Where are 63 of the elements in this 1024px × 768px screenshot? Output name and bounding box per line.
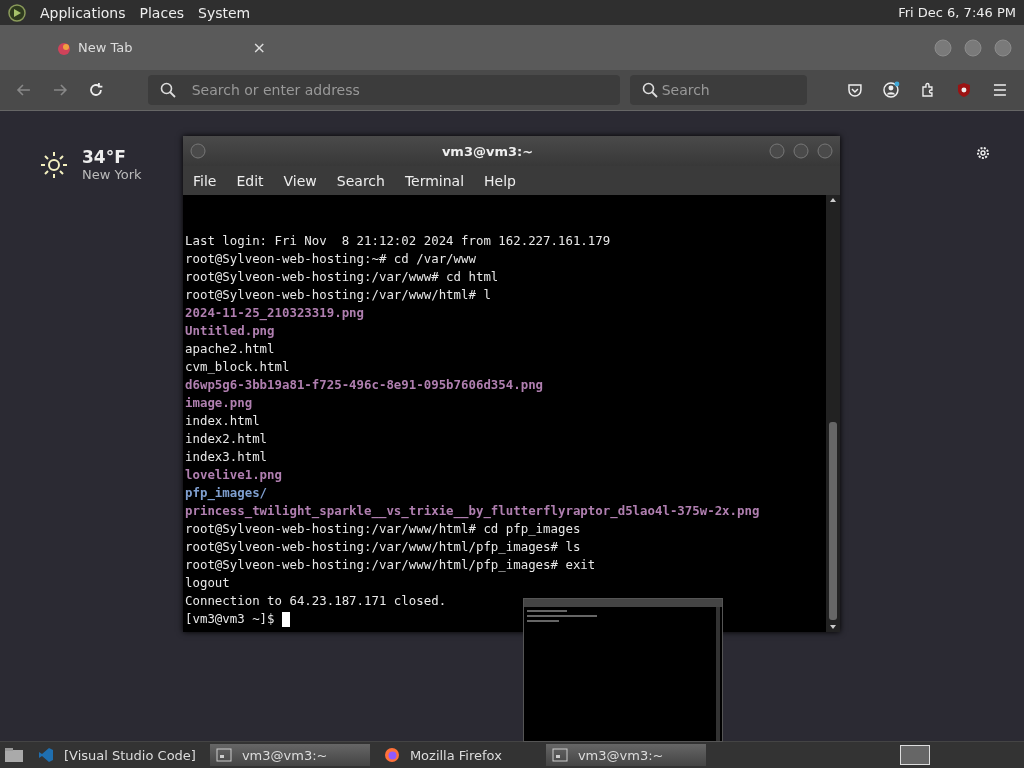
taskbar-button[interactable]: Mozilla Firefox bbox=[377, 744, 538, 766]
terminal-line: index3.html bbox=[185, 448, 268, 466]
terminal-line: root@Sylveon-web-hosting:/var/www/html# l bbox=[185, 286, 491, 304]
search-icon bbox=[641, 82, 658, 98]
taskbar-button[interactable]: vm3@vm3:~ bbox=[545, 744, 706, 766]
browser-tab[interactable]: New Tab × bbox=[48, 29, 274, 66]
taskbar-button[interactable]: [Visual Studio Code] bbox=[32, 744, 202, 766]
shield-icon[interactable] bbox=[956, 82, 973, 98]
terminal-line: princess_twilight_sparkle__vs_trixie__by_flutterflyraptor_d5lao4l-375w-2x.png bbox=[185, 502, 760, 520]
taskbar-button[interactable]: vm3@vm3:~ bbox=[209, 744, 370, 766]
close-tab-button[interactable]: × bbox=[252, 38, 266, 57]
terminal-line: Untitled.png bbox=[185, 322, 275, 340]
terminal-line: root@Sylveon-web-hosting:~# cd /var/www bbox=[185, 250, 476, 268]
temperature: 34°F bbox=[82, 147, 127, 167]
panel-menu[interactable]: Applications bbox=[40, 4, 126, 21]
forward-icon[interactable] bbox=[51, 82, 68, 98]
menu-item[interactable]: Edit bbox=[236, 172, 264, 189]
workspace-switcher[interactable] bbox=[900, 745, 930, 765]
search-icon bbox=[159, 82, 176, 98]
code-icon bbox=[38, 747, 54, 763]
terminal-line: 2024-11-25_210323319.png bbox=[185, 304, 365, 322]
clock[interactable]: Fri Dec 6, 7:46 PM bbox=[898, 5, 1016, 20]
back-icon[interactable] bbox=[16, 82, 32, 98]
reload-icon[interactable] bbox=[87, 82, 104, 98]
terminal-line: root@Sylveon-web-hosting:/var/www/html/pfp_images# ls bbox=[185, 538, 581, 556]
terminal-line: index2.html bbox=[185, 430, 268, 448]
terminal-line: [vm3@vm3 ~]$ bbox=[185, 610, 276, 628]
terminal-line: image.png bbox=[185, 394, 253, 412]
menu-icon[interactable] bbox=[992, 82, 1008, 98]
terminal-line: Connection to 64.23.187.171 closed. bbox=[185, 592, 447, 610]
terminal-line: logout bbox=[185, 574, 230, 592]
menu-item[interactable]: Search bbox=[336, 172, 385, 189]
cursor bbox=[282, 611, 290, 627]
terminal-line: d6wp5g6-3bb19a81-f725-496c-8e91-095b7606d354.png bbox=[185, 376, 544, 394]
scrollbar[interactable] bbox=[826, 195, 840, 632]
terminal-line: pfp_images/ bbox=[185, 484, 268, 502]
pocket-icon[interactable] bbox=[846, 82, 863, 98]
address-field[interactable]: Search or enter address bbox=[147, 75, 620, 105]
fox-icon bbox=[383, 747, 400, 763]
terminal-line: lovelive1.png bbox=[185, 466, 282, 484]
logo-icon[interactable] bbox=[8, 3, 26, 22]
terminal-line: root@Sylveon-web-hosting:/var/www# cd html bbox=[185, 268, 499, 286]
menu-item[interactable]: View bbox=[283, 172, 317, 189]
terminal-line: root@Sylveon-web-hosting:/var/www/html# cd pfp_images bbox=[185, 520, 581, 538]
city-name: New York bbox=[82, 167, 142, 182]
panel-menu[interactable]: Places bbox=[139, 4, 185, 21]
sun-icon bbox=[40, 150, 68, 179]
terminal-line: Last login: Fri Nov 8 21:12:02 2024 from 162.227.161.179 bbox=[185, 232, 611, 250]
terminal-line: index.html bbox=[185, 412, 260, 430]
terminal-line: root@Sylveon-web-hosting:/var/www/html/pfp_images# exit bbox=[185, 556, 596, 574]
menu-item[interactable]: Help bbox=[484, 172, 516, 189]
account-icon[interactable] bbox=[882, 81, 901, 99]
settings-icon[interactable] bbox=[975, 145, 991, 161]
panel-menu[interactable]: System bbox=[198, 4, 251, 21]
terminal-line: apache2.html bbox=[185, 340, 275, 358]
terminal-icon bbox=[551, 747, 568, 763]
menu-item[interactable]: Terminal bbox=[404, 172, 465, 189]
folder-icon[interactable] bbox=[4, 747, 24, 763]
menu-item[interactable]: File bbox=[193, 172, 217, 189]
terminal-icon bbox=[215, 747, 232, 763]
terminal-line: cvm_block.html bbox=[185, 358, 290, 376]
window-title: vm3@vm3:~ bbox=[440, 143, 535, 159]
search-field[interactable]: Search bbox=[629, 75, 807, 105]
